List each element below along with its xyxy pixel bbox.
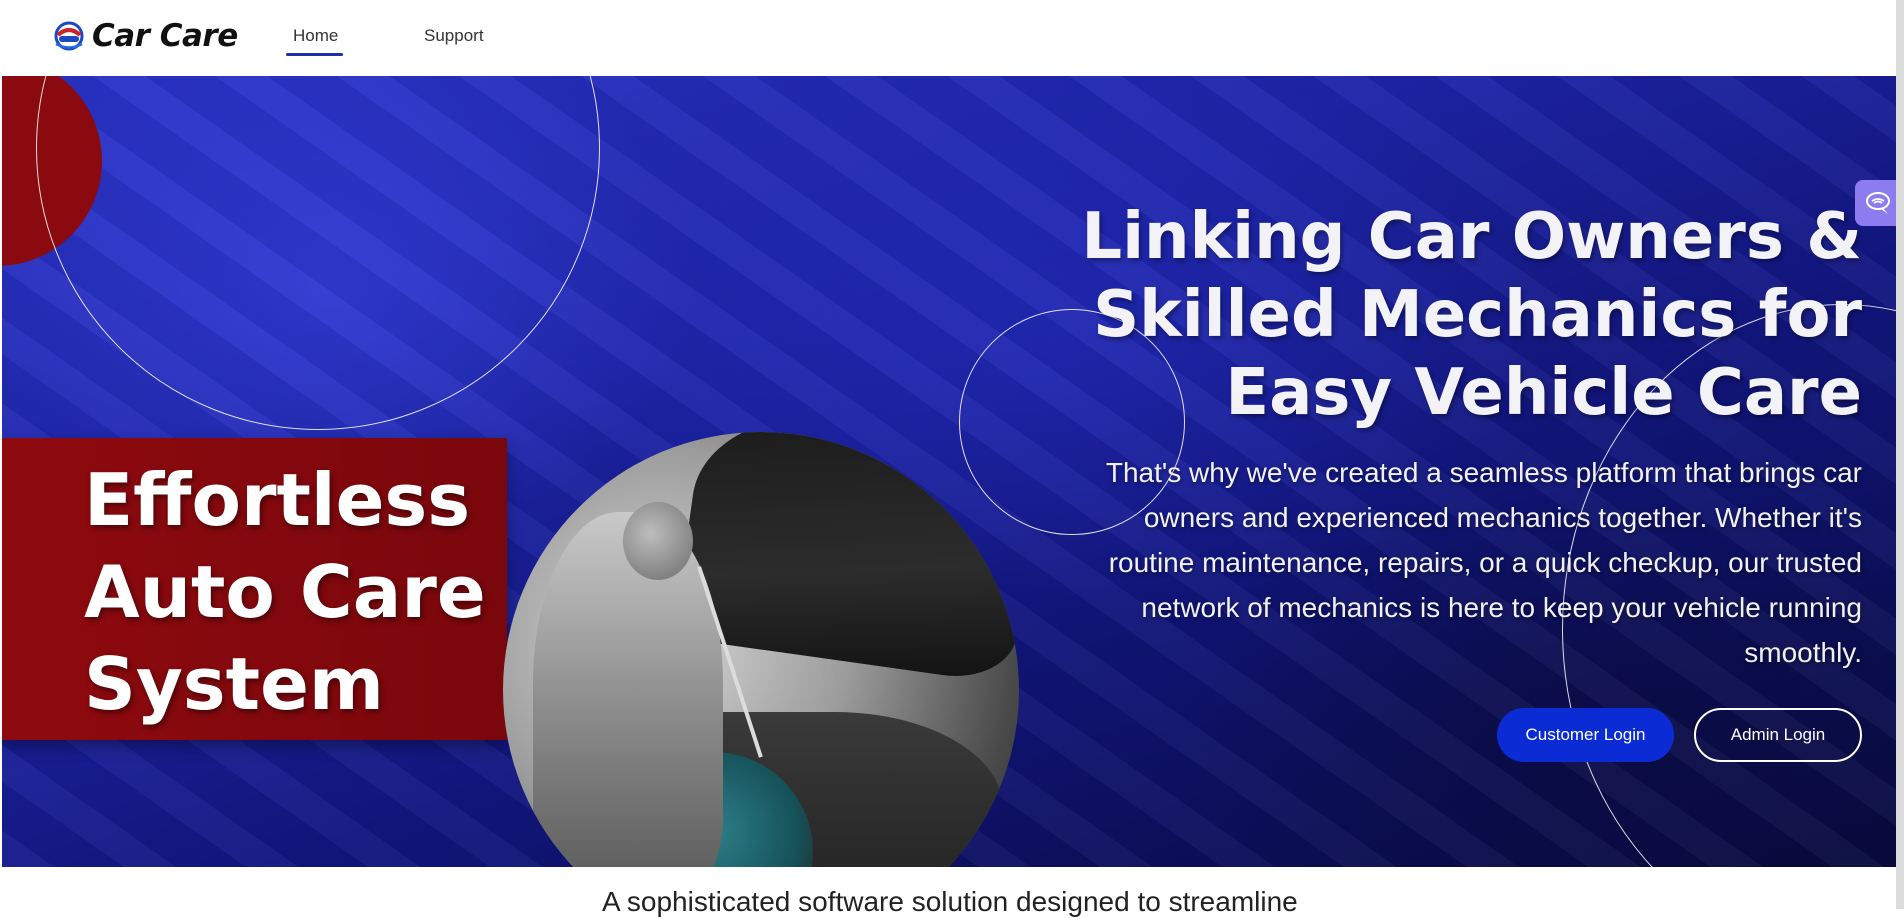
chat-bubble-icon xyxy=(1866,192,1890,214)
nav-link-home[interactable]: Home xyxy=(293,26,338,46)
hero-left-title: Effortless Auto Care System xyxy=(84,458,486,726)
admin-login-button[interactable]: Admin Login xyxy=(1694,708,1862,762)
customer-login-button[interactable]: Customer Login xyxy=(1497,708,1674,762)
hero-text-block: Linking Car Owners & Skilled Mechanics f… xyxy=(982,198,1862,675)
top-navbar: Car Care Home Support xyxy=(0,0,1904,76)
page-scrollbar[interactable] xyxy=(1896,0,1904,909)
brand[interactable]: Car Care xyxy=(52,18,238,54)
brand-name: Car Care xyxy=(92,18,238,54)
hero-title: Linking Car Owners & Skilled Mechanics f… xyxy=(1081,200,1862,430)
hero-description: That's why we've created a seamless plat… xyxy=(1105,457,1862,668)
nav-link-support[interactable]: Support xyxy=(424,26,484,46)
hero-section: Effortless Auto Care System Linking Car … xyxy=(2,76,1896,867)
active-nav-indicator xyxy=(286,53,343,56)
chat-widget-button[interactable] xyxy=(1855,180,1901,226)
photo-mechanic-head xyxy=(623,502,693,580)
photo-mechanic-figure xyxy=(533,512,723,867)
car-care-logo-icon xyxy=(54,21,84,51)
hero-buttons: Customer Login Admin Login xyxy=(1497,708,1862,762)
intro-text: A sophisticated software solution design… xyxy=(602,886,1298,917)
